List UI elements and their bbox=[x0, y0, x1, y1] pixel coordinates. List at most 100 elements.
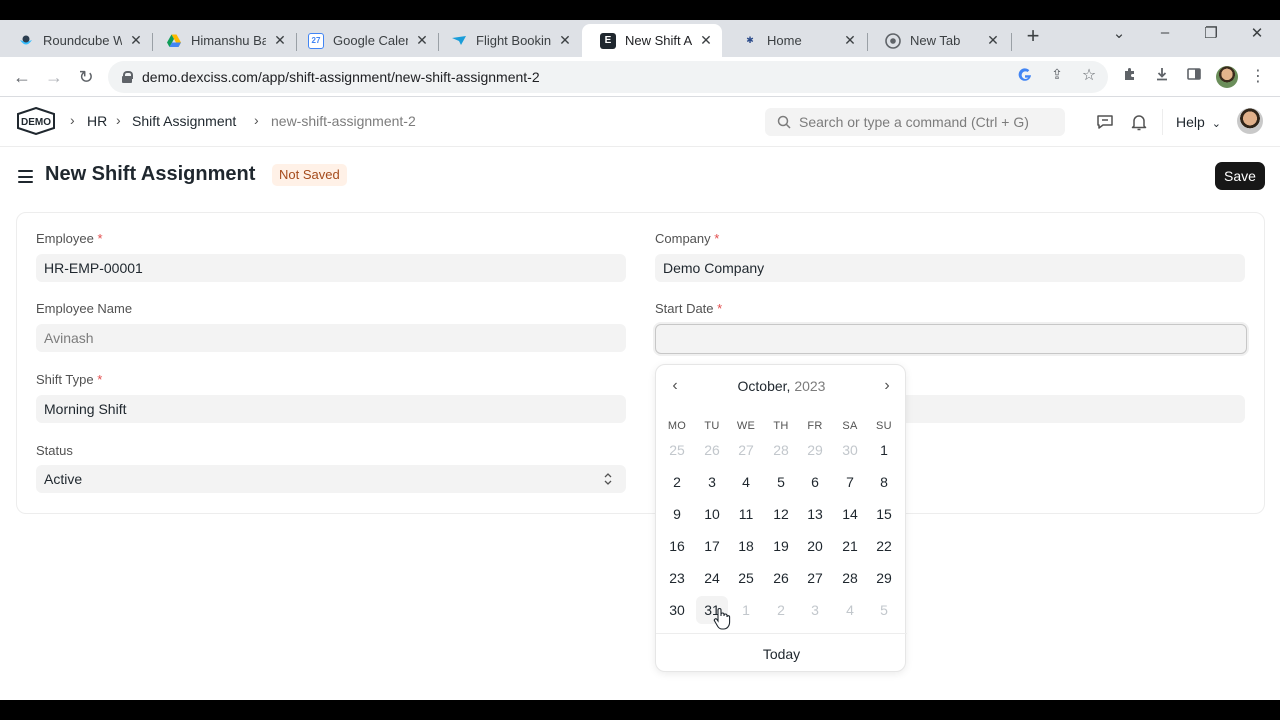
minimize-icon[interactable]: – bbox=[1150, 24, 1180, 41]
browser-tab-home[interactable]: ✱ Home ✕ bbox=[724, 24, 866, 57]
calendar-day[interactable]: 16 bbox=[661, 532, 693, 560]
back-arrow-icon[interactable]: ← bbox=[11, 66, 33, 88]
shift-type-field[interactable]: Morning Shift bbox=[36, 395, 626, 423]
calendar-day[interactable]: 29 bbox=[799, 436, 831, 464]
calendar-day[interactable]: 10 bbox=[696, 500, 728, 528]
restore-icon[interactable]: ❐ bbox=[1196, 24, 1226, 42]
calendar-day[interactable]: 5 bbox=[765, 468, 797, 496]
calendar-day[interactable]: 30 bbox=[834, 436, 866, 464]
demo-logo[interactable]: DEMO bbox=[16, 107, 56, 135]
reload-icon[interactable]: ↻ bbox=[75, 66, 97, 88]
download-icon[interactable] bbox=[1152, 66, 1172, 86]
calendar-day[interactable]: 28 bbox=[834, 564, 866, 592]
calendar-day[interactable]: 4 bbox=[834, 596, 866, 624]
calendar-day[interactable]: 6 bbox=[799, 468, 831, 496]
calendar-day[interactable]: 26 bbox=[765, 564, 797, 592]
datepicker-popover: ‹ October, 2023 › MO TU WE TH FR SA SU 25 26 27 28… bbox=[655, 364, 907, 672]
calendar-day[interactable]: 29 bbox=[868, 564, 900, 592]
close-icon[interactable]: ✕ bbox=[842, 32, 858, 49]
extensions-puzzle-icon[interactable] bbox=[1120, 66, 1140, 86]
calendar-day[interactable]: 5 bbox=[868, 596, 900, 624]
calendar-day[interactable]: 19 bbox=[765, 532, 797, 560]
calendar-day[interactable]: 21 bbox=[834, 532, 866, 560]
calendar-day[interactable]: 2 bbox=[765, 596, 797, 624]
breadcrumb-hr[interactable]: HR bbox=[87, 113, 107, 129]
help-dropdown[interactable]: Help ⌄ bbox=[1176, 114, 1221, 130]
calendar-day[interactable]: 25 bbox=[730, 564, 762, 592]
today-button[interactable]: Today bbox=[656, 646, 907, 662]
browser-tab-roundcube[interactable]: Roundcube W ✕ bbox=[0, 24, 152, 57]
calendar-day[interactable]: 3 bbox=[696, 468, 728, 496]
calendar-day[interactable]: 1 bbox=[868, 436, 900, 464]
hand-pointer-cursor-icon bbox=[713, 608, 731, 630]
more-menu-icon[interactable]: ⋮ bbox=[1248, 66, 1268, 86]
user-avatar[interactable] bbox=[1237, 108, 1263, 134]
search-input[interactable] bbox=[799, 114, 1059, 130]
calendar-day[interactable]: 25 bbox=[661, 436, 693, 464]
tab-label: New Shift Assi bbox=[625, 33, 692, 48]
calendar-day[interactable]: 17 bbox=[696, 532, 728, 560]
tab-label: Home bbox=[767, 33, 802, 48]
save-button[interactable]: Save bbox=[1215, 162, 1265, 190]
calendar-day[interactable]: 2 bbox=[661, 468, 693, 496]
tab-search-chevron-icon[interactable]: ⌄ bbox=[1104, 24, 1134, 42]
next-month-chevron-icon[interactable]: › bbox=[877, 377, 897, 397]
calendar-day[interactable]: 20 bbox=[799, 532, 831, 560]
bookmark-star-icon[interactable]: ☆ bbox=[1080, 65, 1098, 84]
calendar-day[interactable]: 23 bbox=[661, 564, 693, 592]
window-close-icon[interactable]: ✕ bbox=[1242, 24, 1272, 42]
browser-tab-new-shift-assignment[interactable]: E New Shift Assi ✕ bbox=[582, 24, 722, 57]
new-tab-plus-icon[interactable]: + bbox=[1022, 25, 1044, 48]
calendar-day[interactable]: 3 bbox=[799, 596, 831, 624]
share-icon[interactable]: ⇪ bbox=[1048, 66, 1066, 84]
chat-icon[interactable] bbox=[1095, 112, 1115, 132]
browser-tab-flight[interactable]: Flight Booking ✕ bbox=[433, 24, 581, 57]
browser-tab-calendar[interactable]: 27 Google Calend ✕ bbox=[290, 24, 438, 57]
close-icon[interactable]: ✕ bbox=[698, 32, 714, 49]
calendar-day[interactable]: 18 bbox=[730, 532, 762, 560]
status-select[interactable]: Active bbox=[36, 465, 626, 493]
side-panel-icon[interactable] bbox=[1184, 66, 1204, 86]
calendar-day[interactable]: 22 bbox=[868, 532, 900, 560]
close-icon[interactable]: ✕ bbox=[985, 32, 1001, 49]
close-icon[interactable]: ✕ bbox=[128, 32, 144, 49]
calendar-day[interactable]: 28 bbox=[765, 436, 797, 464]
lock-icon bbox=[122, 71, 133, 83]
google-lens-icon[interactable] bbox=[1016, 67, 1034, 85]
calendar-day[interactable]: 8 bbox=[868, 468, 900, 496]
browser-tab-new-tab[interactable]: New Tab ✕ bbox=[867, 24, 1009, 57]
close-icon[interactable]: ✕ bbox=[557, 32, 573, 49]
address-bar[interactable]: demo.dexciss.com/app/shift-assignment/ne… bbox=[108, 61, 1108, 93]
breadcrumb-shift-assignment[interactable]: Shift Assignment bbox=[132, 113, 236, 129]
calendar-day[interactable]: 14 bbox=[834, 500, 866, 528]
calendar-day[interactable]: 1 bbox=[730, 596, 762, 624]
employee-name-field: Avinash bbox=[36, 324, 626, 352]
notification-bell-icon[interactable] bbox=[1129, 112, 1149, 132]
tab-label: Flight Booking bbox=[476, 33, 551, 48]
chrome-profile-avatar[interactable] bbox=[1216, 66, 1238, 88]
calendar-day[interactable]: 13 bbox=[799, 500, 831, 528]
close-icon[interactable]: ✕ bbox=[414, 32, 430, 49]
calendar-day[interactable]: 4 bbox=[730, 468, 762, 496]
start-date-input[interactable] bbox=[655, 324, 1247, 354]
close-icon[interactable]: ✕ bbox=[272, 32, 288, 49]
chevron-down-icon: ⌄ bbox=[1211, 118, 1221, 130]
weekday-header: FR bbox=[807, 420, 823, 432]
calendar-day[interactable]: 27 bbox=[799, 564, 831, 592]
calendar-day[interactable]: 11 bbox=[730, 500, 762, 528]
calendar-day[interactable]: 15 bbox=[868, 500, 900, 528]
sidebar-toggle-icon[interactable] bbox=[18, 170, 33, 183]
employee-field[interactable]: HR-EMP-00001 bbox=[36, 254, 626, 282]
browser-tab-drive[interactable]: Himanshu Bar ✕ bbox=[148, 24, 296, 57]
calendar-day[interactable]: 7 bbox=[834, 468, 866, 496]
calendar-day[interactable]: 9 bbox=[661, 500, 693, 528]
calendar-day[interactable]: 27 bbox=[730, 436, 762, 464]
calendar-day[interactable]: 24 bbox=[696, 564, 728, 592]
logo-text: DEMO bbox=[21, 117, 51, 128]
forward-arrow-icon[interactable]: → bbox=[43, 66, 65, 88]
company-field[interactable]: Demo Company bbox=[655, 254, 1245, 282]
calendar-day[interactable]: 30 bbox=[661, 596, 693, 624]
shift-type-label: Shift Type * bbox=[36, 372, 103, 387]
calendar-day[interactable]: 12 bbox=[765, 500, 797, 528]
calendar-day[interactable]: 26 bbox=[696, 436, 728, 464]
